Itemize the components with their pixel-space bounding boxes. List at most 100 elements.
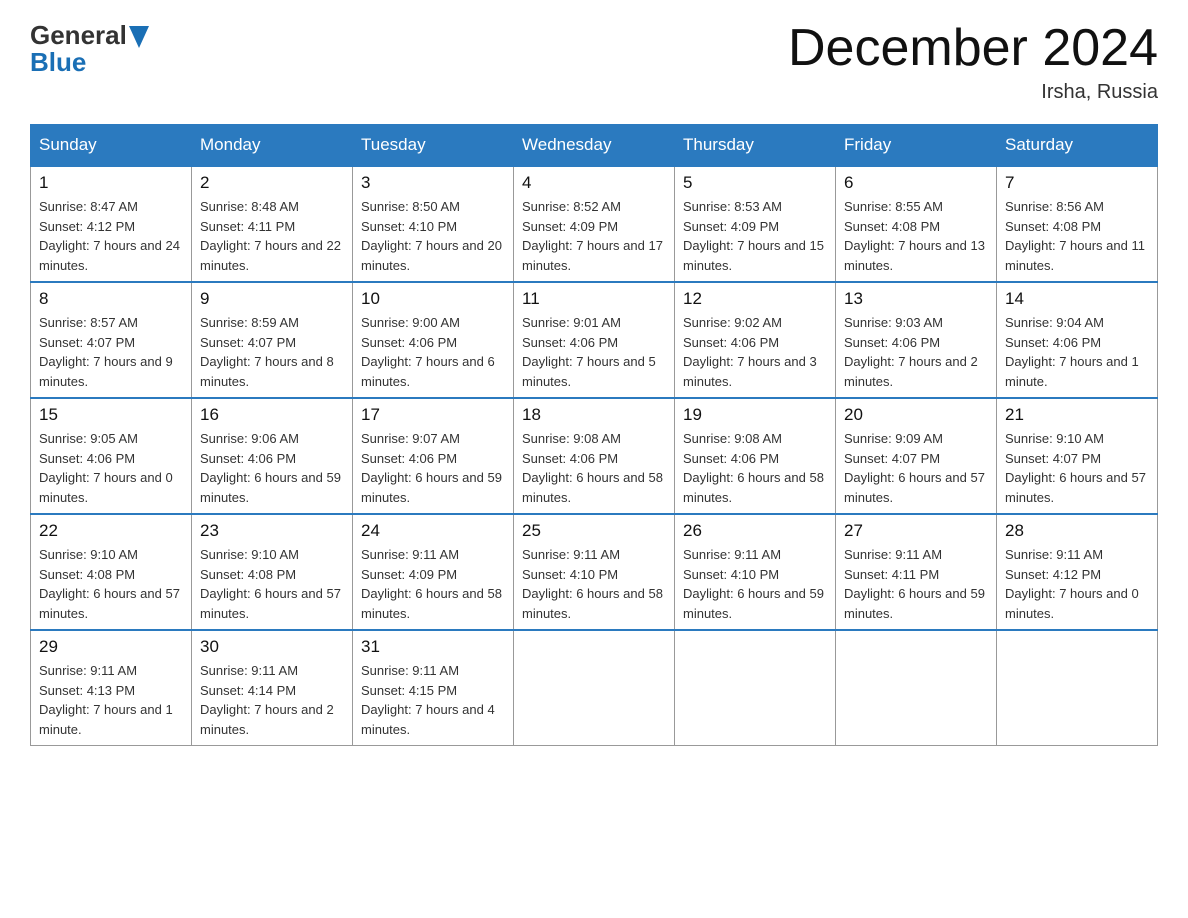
day-number: 30 — [200, 637, 344, 657]
day-info: Sunrise: 9:11 AMSunset: 4:15 PMDaylight:… — [361, 661, 505, 739]
calendar-cell: 10 Sunrise: 9:00 AMSunset: 4:06 PMDaylig… — [353, 282, 514, 398]
calendar-cell: 18 Sunrise: 9:08 AMSunset: 4:06 PMDaylig… — [514, 398, 675, 514]
day-number: 12 — [683, 289, 827, 309]
calendar-cell — [514, 630, 675, 746]
day-info: Sunrise: 8:59 AMSunset: 4:07 PMDaylight:… — [200, 313, 344, 391]
location-text: Irsha, Russia — [788, 81, 1158, 104]
day-info: Sunrise: 9:08 AMSunset: 4:06 PMDaylight:… — [522, 429, 666, 507]
day-number: 9 — [200, 289, 344, 309]
calendar-cell: 13 Sunrise: 9:03 AMSunset: 4:06 PMDaylig… — [836, 282, 997, 398]
day-info: Sunrise: 9:11 AMSunset: 4:10 PMDaylight:… — [683, 545, 827, 623]
day-header-wednesday: Wednesday — [514, 125, 675, 167]
calendar-cell — [675, 630, 836, 746]
day-number: 19 — [683, 405, 827, 425]
logo: General Blue — [30, 20, 149, 78]
calendar-cell: 27 Sunrise: 9:11 AMSunset: 4:11 PMDaylig… — [836, 514, 997, 630]
calendar-cell: 21 Sunrise: 9:10 AMSunset: 4:07 PMDaylig… — [997, 398, 1158, 514]
day-info: Sunrise: 8:56 AMSunset: 4:08 PMDaylight:… — [1005, 197, 1149, 275]
day-number: 1 — [39, 173, 183, 193]
day-number: 26 — [683, 521, 827, 541]
day-number: 18 — [522, 405, 666, 425]
day-number: 14 — [1005, 289, 1149, 309]
title-block: December 2024 Irsha, Russia — [788, 20, 1158, 104]
day-info: Sunrise: 9:01 AMSunset: 4:06 PMDaylight:… — [522, 313, 666, 391]
day-number: 27 — [844, 521, 988, 541]
calendar-cell: 26 Sunrise: 9:11 AMSunset: 4:10 PMDaylig… — [675, 514, 836, 630]
logo-blue-text: Blue — [30, 47, 149, 78]
day-info: Sunrise: 9:07 AMSunset: 4:06 PMDaylight:… — [361, 429, 505, 507]
day-number: 16 — [200, 405, 344, 425]
day-number: 7 — [1005, 173, 1149, 193]
calendar-week-row: 15 Sunrise: 9:05 AMSunset: 4:06 PMDaylig… — [31, 398, 1158, 514]
calendar-week-row: 22 Sunrise: 9:10 AMSunset: 4:08 PMDaylig… — [31, 514, 1158, 630]
calendar-cell — [836, 630, 997, 746]
day-info: Sunrise: 8:47 AMSunset: 4:12 PMDaylight:… — [39, 197, 183, 275]
day-header-tuesday: Tuesday — [353, 125, 514, 167]
calendar-cell: 24 Sunrise: 9:11 AMSunset: 4:09 PMDaylig… — [353, 514, 514, 630]
day-info: Sunrise: 9:04 AMSunset: 4:06 PMDaylight:… — [1005, 313, 1149, 391]
day-info: Sunrise: 9:11 AMSunset: 4:12 PMDaylight:… — [1005, 545, 1149, 623]
logo-arrow-icon — [129, 26, 149, 48]
calendar-cell: 30 Sunrise: 9:11 AMSunset: 4:14 PMDaylig… — [192, 630, 353, 746]
calendar-cell: 5 Sunrise: 8:53 AMSunset: 4:09 PMDayligh… — [675, 166, 836, 282]
day-number: 23 — [200, 521, 344, 541]
calendar-cell: 14 Sunrise: 9:04 AMSunset: 4:06 PMDaylig… — [997, 282, 1158, 398]
day-number: 22 — [39, 521, 183, 541]
day-header-monday: Monday — [192, 125, 353, 167]
calendar-cell — [997, 630, 1158, 746]
calendar-cell: 16 Sunrise: 9:06 AMSunset: 4:06 PMDaylig… — [192, 398, 353, 514]
calendar-cell: 23 Sunrise: 9:10 AMSunset: 4:08 PMDaylig… — [192, 514, 353, 630]
calendar-table: SundayMondayTuesdayWednesdayThursdayFrid… — [30, 124, 1158, 746]
calendar-cell: 7 Sunrise: 8:56 AMSunset: 4:08 PMDayligh… — [997, 166, 1158, 282]
day-info: Sunrise: 8:50 AMSunset: 4:10 PMDaylight:… — [361, 197, 505, 275]
day-info: Sunrise: 9:00 AMSunset: 4:06 PMDaylight:… — [361, 313, 505, 391]
calendar-cell: 9 Sunrise: 8:59 AMSunset: 4:07 PMDayligh… — [192, 282, 353, 398]
calendar-cell: 25 Sunrise: 9:11 AMSunset: 4:10 PMDaylig… — [514, 514, 675, 630]
calendar-cell: 28 Sunrise: 9:11 AMSunset: 4:12 PMDaylig… — [997, 514, 1158, 630]
day-info: Sunrise: 8:57 AMSunset: 4:07 PMDaylight:… — [39, 313, 183, 391]
calendar-cell: 20 Sunrise: 9:09 AMSunset: 4:07 PMDaylig… — [836, 398, 997, 514]
day-info: Sunrise: 9:11 AMSunset: 4:10 PMDaylight:… — [522, 545, 666, 623]
day-number: 3 — [361, 173, 505, 193]
day-info: Sunrise: 9:09 AMSunset: 4:07 PMDaylight:… — [844, 429, 988, 507]
day-number: 29 — [39, 637, 183, 657]
calendar-cell: 12 Sunrise: 9:02 AMSunset: 4:06 PMDaylig… — [675, 282, 836, 398]
day-info: Sunrise: 9:10 AMSunset: 4:08 PMDaylight:… — [39, 545, 183, 623]
day-header-friday: Friday — [836, 125, 997, 167]
day-info: Sunrise: 9:02 AMSunset: 4:06 PMDaylight:… — [683, 313, 827, 391]
calendar-cell: 22 Sunrise: 9:10 AMSunset: 4:08 PMDaylig… — [31, 514, 192, 630]
day-number: 11 — [522, 289, 666, 309]
day-header-thursday: Thursday — [675, 125, 836, 167]
day-info: Sunrise: 8:53 AMSunset: 4:09 PMDaylight:… — [683, 197, 827, 275]
calendar-cell: 19 Sunrise: 9:08 AMSunset: 4:06 PMDaylig… — [675, 398, 836, 514]
day-number: 24 — [361, 521, 505, 541]
page-header: General Blue December 2024 Irsha, Russia — [30, 20, 1158, 104]
day-info: Sunrise: 9:10 AMSunset: 4:08 PMDaylight:… — [200, 545, 344, 623]
calendar-week-row: 29 Sunrise: 9:11 AMSunset: 4:13 PMDaylig… — [31, 630, 1158, 746]
day-number: 21 — [1005, 405, 1149, 425]
day-number: 2 — [200, 173, 344, 193]
month-title: December 2024 — [788, 20, 1158, 77]
day-header-sunday: Sunday — [31, 125, 192, 167]
day-info: Sunrise: 8:52 AMSunset: 4:09 PMDaylight:… — [522, 197, 666, 275]
calendar-cell: 3 Sunrise: 8:50 AMSunset: 4:10 PMDayligh… — [353, 166, 514, 282]
calendar-cell: 11 Sunrise: 9:01 AMSunset: 4:06 PMDaylig… — [514, 282, 675, 398]
day-number: 4 — [522, 173, 666, 193]
day-info: Sunrise: 9:08 AMSunset: 4:06 PMDaylight:… — [683, 429, 827, 507]
calendar-week-row: 8 Sunrise: 8:57 AMSunset: 4:07 PMDayligh… — [31, 282, 1158, 398]
day-info: Sunrise: 9:11 AMSunset: 4:09 PMDaylight:… — [361, 545, 505, 623]
day-info: Sunrise: 9:11 AMSunset: 4:14 PMDaylight:… — [200, 661, 344, 739]
day-info: Sunrise: 9:10 AMSunset: 4:07 PMDaylight:… — [1005, 429, 1149, 507]
day-info: Sunrise: 9:11 AMSunset: 4:11 PMDaylight:… — [844, 545, 988, 623]
day-number: 28 — [1005, 521, 1149, 541]
day-info: Sunrise: 9:05 AMSunset: 4:06 PMDaylight:… — [39, 429, 183, 507]
calendar-cell: 1 Sunrise: 8:47 AMSunset: 4:12 PMDayligh… — [31, 166, 192, 282]
calendar-cell: 15 Sunrise: 9:05 AMSunset: 4:06 PMDaylig… — [31, 398, 192, 514]
calendar-cell: 4 Sunrise: 8:52 AMSunset: 4:09 PMDayligh… — [514, 166, 675, 282]
calendar-cell: 6 Sunrise: 8:55 AMSunset: 4:08 PMDayligh… — [836, 166, 997, 282]
day-number: 25 — [522, 521, 666, 541]
calendar-cell: 29 Sunrise: 9:11 AMSunset: 4:13 PMDaylig… — [31, 630, 192, 746]
calendar-cell: 17 Sunrise: 9:07 AMSunset: 4:06 PMDaylig… — [353, 398, 514, 514]
day-number: 10 — [361, 289, 505, 309]
day-number: 5 — [683, 173, 827, 193]
